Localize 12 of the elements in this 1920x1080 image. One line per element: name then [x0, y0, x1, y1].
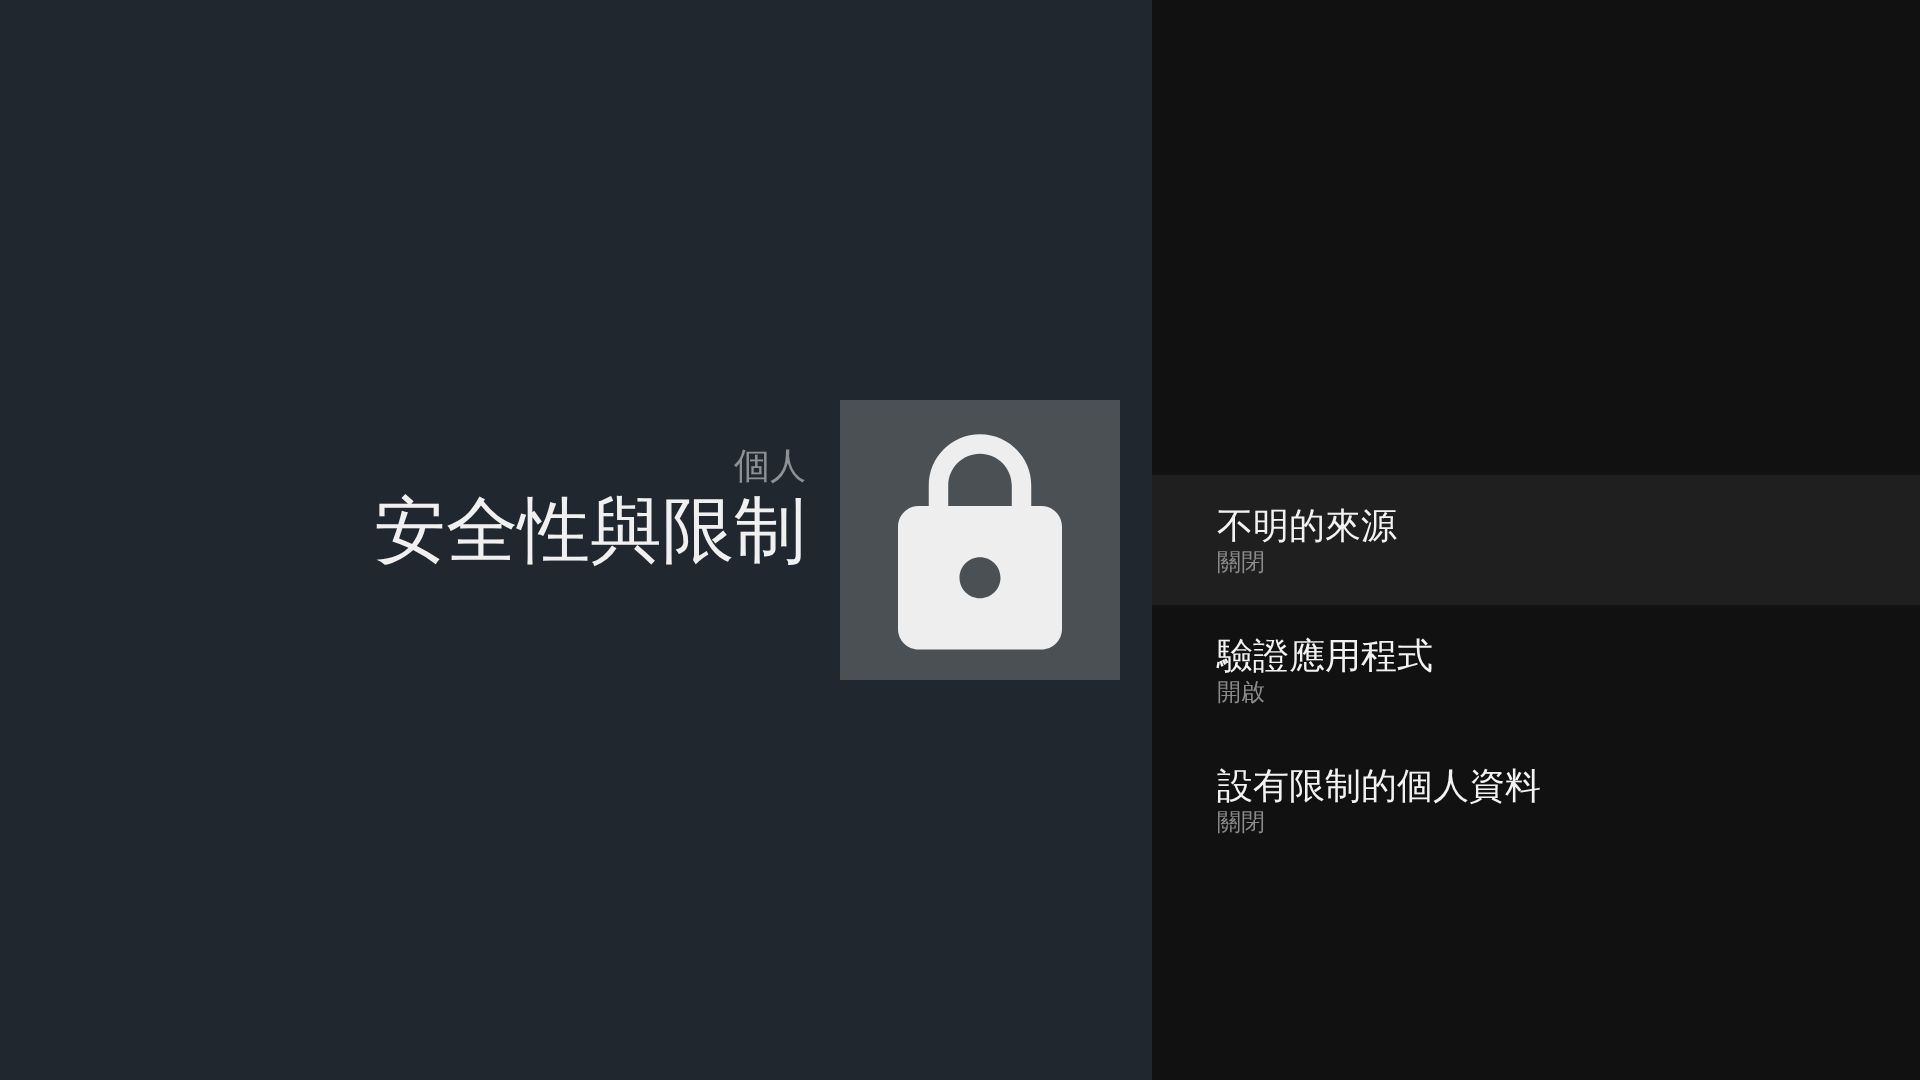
- category-label: 個人: [734, 444, 806, 488]
- lock-icon: [840, 400, 1120, 680]
- settings-item[interactable]: 設有限制的個人資料 關閉: [1152, 735, 1920, 865]
- page-title: 安全性與限制: [374, 487, 806, 574]
- setting-name: 不明的來源: [1217, 504, 1397, 548]
- setting-status: 關閉: [1217, 807, 1265, 839]
- settings-item[interactable]: 驗證應用程式 開啟: [1152, 605, 1920, 735]
- setting-name: 設有限制的個人資料: [1217, 764, 1541, 808]
- setting-status: 關閉: [1217, 547, 1265, 579]
- setting-status: 開啟: [1217, 677, 1265, 709]
- settings-item[interactable]: 不明的來源 關閉: [1152, 475, 1920, 605]
- setting-name: 驗證應用程式: [1217, 634, 1433, 678]
